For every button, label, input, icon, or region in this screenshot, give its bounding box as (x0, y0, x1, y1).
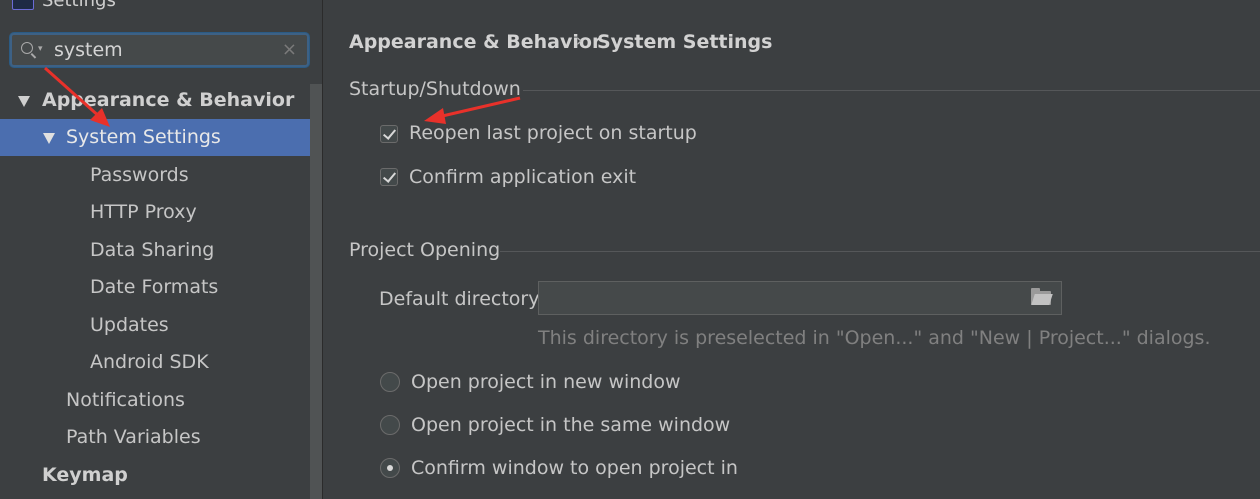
expand-arrow-icon[interactable] (18, 96, 30, 107)
search-box[interactable]: ▾ × (10, 33, 309, 67)
sidebar-scrollbar[interactable] (310, 84, 322, 499)
breadcrumb-current: System Settings (597, 31, 773, 53)
tree-item-label: Notifications (66, 389, 185, 411)
tree-item-label: Appearance & Behavior (42, 89, 295, 111)
radio-open-new-window[interactable] (380, 372, 400, 392)
default-directory-label: Default directory: (379, 288, 545, 310)
tree-item-label: Passwords (90, 164, 189, 186)
tree-item-data-sharing[interactable]: Data Sharing (0, 232, 322, 269)
reopen-last-project-label[interactable]: Reopen last project on startup (409, 122, 697, 144)
radio-open-new-window-label[interactable]: Open project in new window (411, 371, 681, 393)
search-history-dropdown-icon[interactable]: ▾ (38, 44, 43, 54)
tree-item-label: Data Sharing (90, 239, 215, 261)
settings-sidebar: ▾ × Appearance & Behavior System Setting… (0, 14, 323, 499)
radio-confirm-window[interactable] (380, 458, 400, 478)
reopen-last-project-checkbox[interactable] (380, 125, 398, 143)
tree-item-label: Updates (90, 314, 169, 336)
confirm-exit-checkbox[interactable] (380, 168, 398, 186)
confirm-exit-label[interactable]: Confirm application exit (409, 166, 636, 188)
title-bar: Settings (0, 0, 323, 14)
section-title-project-opening: Project Opening (349, 239, 501, 261)
tree-item-notifications[interactable]: Notifications (0, 382, 322, 419)
tree-item-path-variables[interactable]: Path Variables (0, 419, 322, 456)
settings-content: Appearance & Behavior › System Settings … (323, 0, 1260, 499)
clear-search-icon[interactable]: × (282, 39, 297, 60)
breadcrumb-parent[interactable]: Appearance & Behavior (349, 31, 601, 53)
tree-item-label: System Settings (66, 126, 221, 148)
section-title-startup: Startup/Shutdown (349, 78, 521, 100)
tree-item-label: Keymap (42, 464, 128, 486)
tree-item-label: Android SDK (90, 351, 209, 373)
expand-arrow-icon[interactable] (43, 133, 55, 144)
radio-open-same-window[interactable] (380, 415, 400, 435)
tree-item-passwords[interactable]: Passwords (0, 157, 322, 194)
folder-browse-icon[interactable] (1031, 288, 1051, 305)
window-title: Settings (42, 0, 116, 11)
default-directory-hint: This directory is preselected in "Open..… (538, 327, 1211, 349)
tree-item-label: Path Variables (66, 426, 201, 448)
section-divider (500, 251, 1260, 252)
radio-open-same-window-label[interactable]: Open project in the same window (411, 414, 730, 436)
tree-item-label: Date Formats (90, 276, 219, 298)
search-input[interactable] (54, 38, 274, 62)
search-icon[interactable] (21, 42, 33, 54)
tree-item-http-proxy[interactable]: HTTP Proxy (0, 194, 322, 231)
tree-item-label: HTTP Proxy (90, 201, 197, 223)
default-directory-field[interactable] (538, 281, 1062, 315)
tree-item-date-formats[interactable]: Date Formats (0, 269, 322, 306)
section-divider (523, 90, 1260, 91)
tree-item-system-settings[interactable]: System Settings (0, 119, 322, 156)
tree-item-appearance-behavior[interactable]: Appearance & Behavior (0, 82, 322, 119)
tree-item-keymap[interactable]: Keymap (0, 457, 322, 494)
radio-confirm-window-label[interactable]: Confirm window to open project in (411, 457, 738, 479)
app-icon (12, 0, 34, 10)
tree-item-updates[interactable]: Updates (0, 307, 322, 344)
breadcrumb-separator-icon: › (576, 31, 583, 51)
tree-item-android-sdk[interactable]: Android SDK (0, 344, 322, 381)
